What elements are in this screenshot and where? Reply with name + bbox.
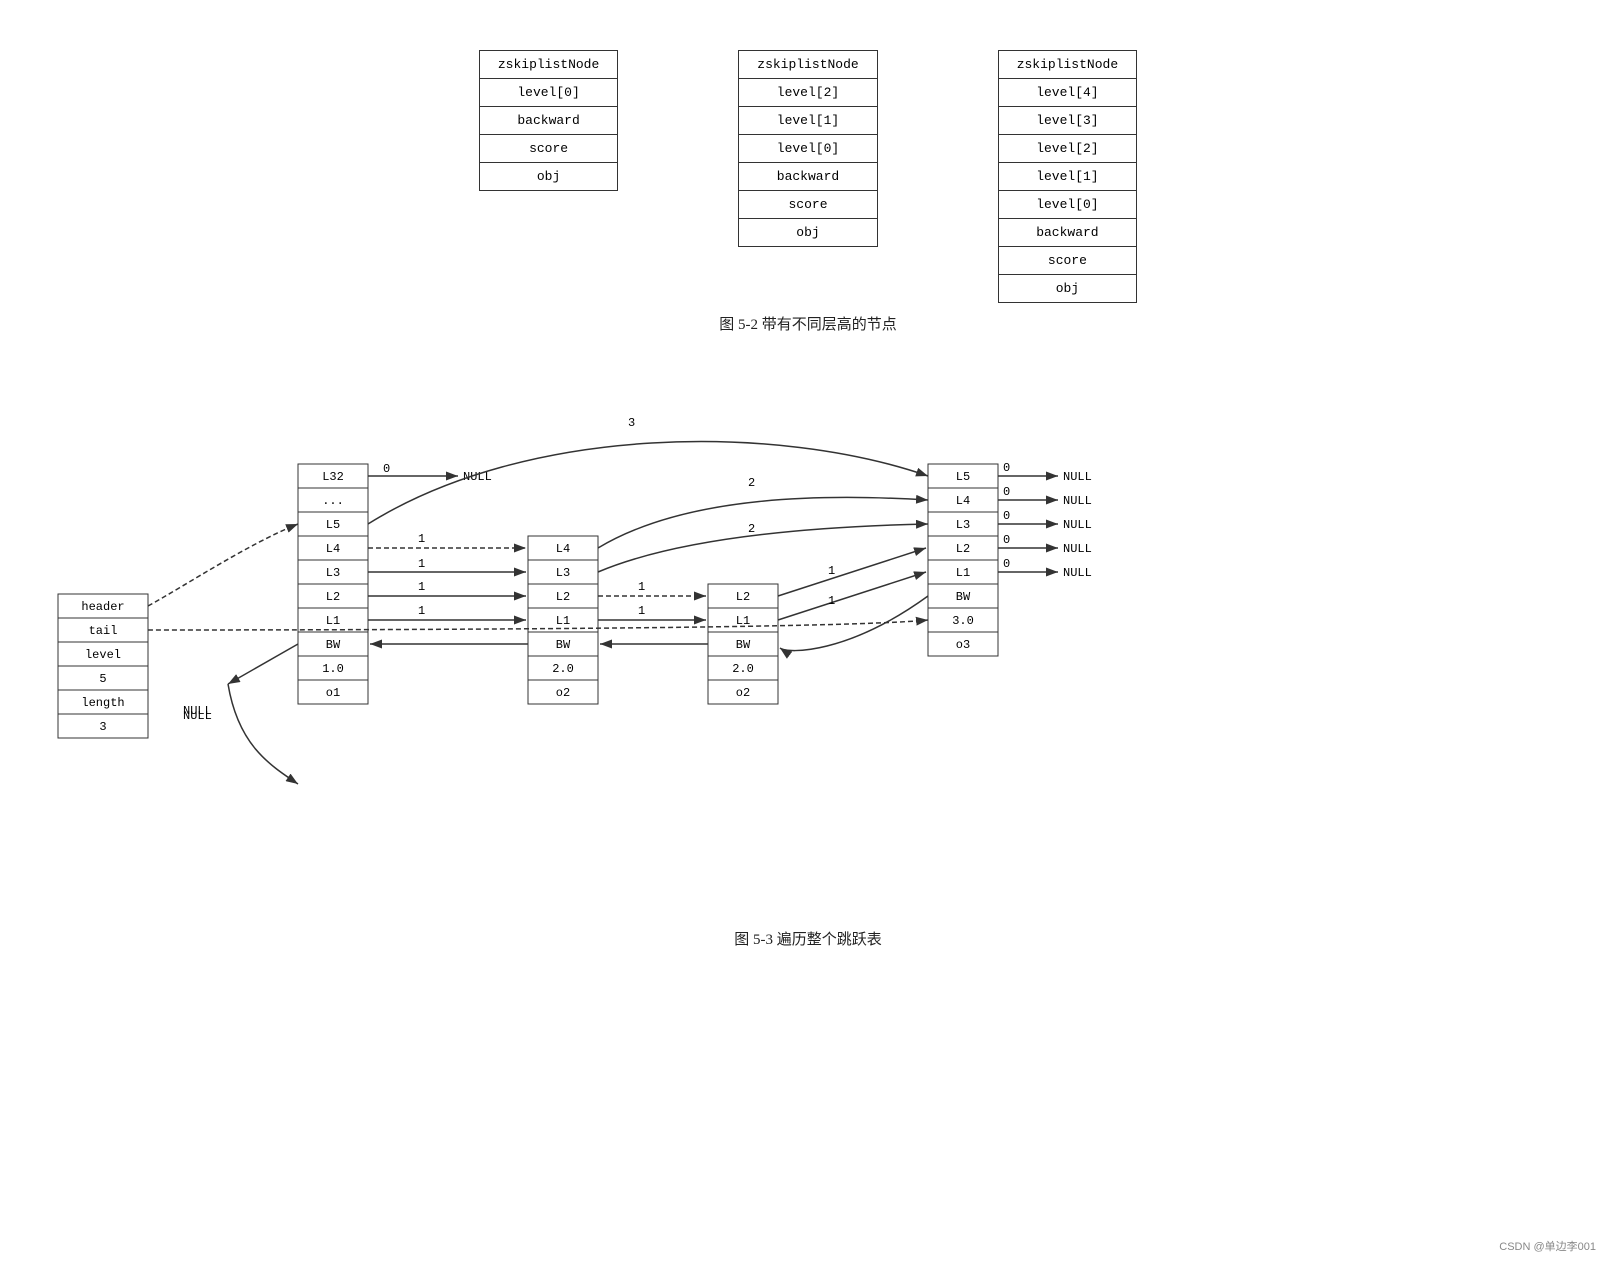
svg-text:0: 0 (1003, 557, 1010, 571)
svg-text:1.0: 1.0 (322, 662, 344, 676)
fig53-caption: 图 5-3 遍历整个跳跃表 (20, 928, 1596, 949)
svg-text:L4: L4 (326, 542, 340, 556)
svg-text:1: 1 (418, 557, 425, 571)
svg-text:o1: o1 (326, 686, 340, 700)
node3-table: zskiplistNode level[4] level[3] level[2]… (998, 50, 1137, 303)
node3-row6: level[0] (998, 191, 1136, 219)
svg-text:L2: L2 (556, 590, 570, 604)
svg-text:header: header (81, 600, 124, 614)
node1-row4: score (479, 135, 617, 163)
svg-text:L2: L2 (956, 542, 970, 556)
watermark: CSDN @单边李001 (1499, 1238, 1596, 1254)
node1-row1: zskiplistNode (479, 51, 617, 79)
node3-row9: obj (998, 275, 1136, 303)
node3-row1: zskiplistNode (998, 51, 1136, 79)
svg-text:NULL: NULL (1063, 470, 1092, 484)
node2-row2: level[2] (739, 79, 877, 107)
svg-text:5: 5 (99, 672, 106, 686)
node2-row1: zskiplistNode (739, 51, 877, 79)
svg-text:L5: L5 (326, 518, 340, 532)
svg-text:L3: L3 (556, 566, 570, 580)
node1-row3: backward (479, 107, 617, 135)
svg-text:NULL: NULL (1063, 542, 1092, 556)
page-container: zskiplistNode level[0] backward score ob… (0, 0, 1616, 1262)
node3-row2: level[4] (998, 79, 1136, 107)
node2-row7: obj (739, 219, 877, 247)
svg-text:0: 0 (1003, 485, 1010, 499)
node3-row8: score (998, 247, 1136, 275)
fig52-caption: 图 5-2 带有不同层高的节点 (20, 313, 1596, 334)
svg-text:L4: L4 (556, 542, 570, 556)
svg-text:L2: L2 (736, 590, 750, 604)
node3-row7: backward (998, 219, 1136, 247)
svg-text:L1: L1 (326, 614, 340, 628)
node3-row4: level[2] (998, 135, 1136, 163)
svg-text:NULL: NULL (1063, 494, 1092, 508)
fig53-container: header tail level 5 length 3 L32 ... L5 (28, 364, 1588, 924)
null-label-bw: NULL (183, 709, 212, 723)
svg-text:0: 0 (383, 462, 390, 476)
svg-text:BW: BW (736, 638, 751, 652)
svg-text:1: 1 (418, 604, 425, 618)
svg-text:tail: tail (89, 624, 118, 638)
node2-row5: backward (739, 163, 877, 191)
node3-row5: level[1] (998, 163, 1136, 191)
svg-text:3.0: 3.0 (952, 614, 974, 628)
svg-text:L1: L1 (556, 614, 570, 628)
node2-row3: level[1] (739, 107, 877, 135)
svg-text:0: 0 (1003, 533, 1010, 547)
fig53-svg: header tail level 5 length 3 L32 ... L5 (28, 364, 1588, 904)
node2-table: zskiplistNode level[2] level[1] level[0]… (738, 50, 877, 247)
svg-text:0: 0 (1003, 461, 1010, 475)
node1-row2: level[0] (479, 79, 617, 107)
svg-text:L32: L32 (322, 470, 344, 484)
svg-text:2: 2 (748, 522, 755, 536)
svg-text:BW: BW (956, 590, 971, 604)
svg-text:1: 1 (638, 604, 645, 618)
svg-text:length: length (81, 696, 124, 710)
node2-row6: score (739, 191, 877, 219)
svg-text:L4: L4 (956, 494, 970, 508)
svg-text:o2: o2 (736, 686, 750, 700)
svg-text:1: 1 (828, 564, 835, 578)
svg-text:L1: L1 (956, 566, 970, 580)
svg-text:o3: o3 (956, 638, 970, 652)
svg-text:0: 0 (1003, 509, 1010, 523)
svg-text:1: 1 (828, 594, 835, 608)
svg-text:1: 1 (418, 532, 425, 546)
svg-text:NULL: NULL (1063, 518, 1092, 532)
node1-row5: obj (479, 163, 617, 191)
svg-text:2: 2 (748, 476, 755, 490)
svg-text:o2: o2 (556, 686, 570, 700)
svg-text:BW: BW (326, 638, 341, 652)
svg-text:NULL: NULL (1063, 566, 1092, 580)
svg-text:2.0: 2.0 (552, 662, 574, 676)
svg-text:1: 1 (638, 580, 645, 594)
svg-text:BW: BW (556, 638, 571, 652)
svg-text:3: 3 (99, 720, 106, 734)
svg-text:L3: L3 (326, 566, 340, 580)
svg-text:L2: L2 (326, 590, 340, 604)
node1-table: zskiplistNode level[0] backward score ob… (479, 50, 618, 191)
svg-text:L3: L3 (956, 518, 970, 532)
svg-text:3: 3 (628, 416, 635, 430)
node2-row4: level[0] (739, 135, 877, 163)
svg-text:...: ... (322, 494, 344, 508)
svg-text:L5: L5 (956, 470, 970, 484)
node3-row3: level[3] (998, 107, 1136, 135)
fig52-nodes-container: zskiplistNode level[0] backward score ob… (20, 50, 1596, 303)
svg-text:level: level (85, 648, 121, 662)
svg-text:1: 1 (418, 580, 425, 594)
svg-text:2.0: 2.0 (732, 662, 754, 676)
